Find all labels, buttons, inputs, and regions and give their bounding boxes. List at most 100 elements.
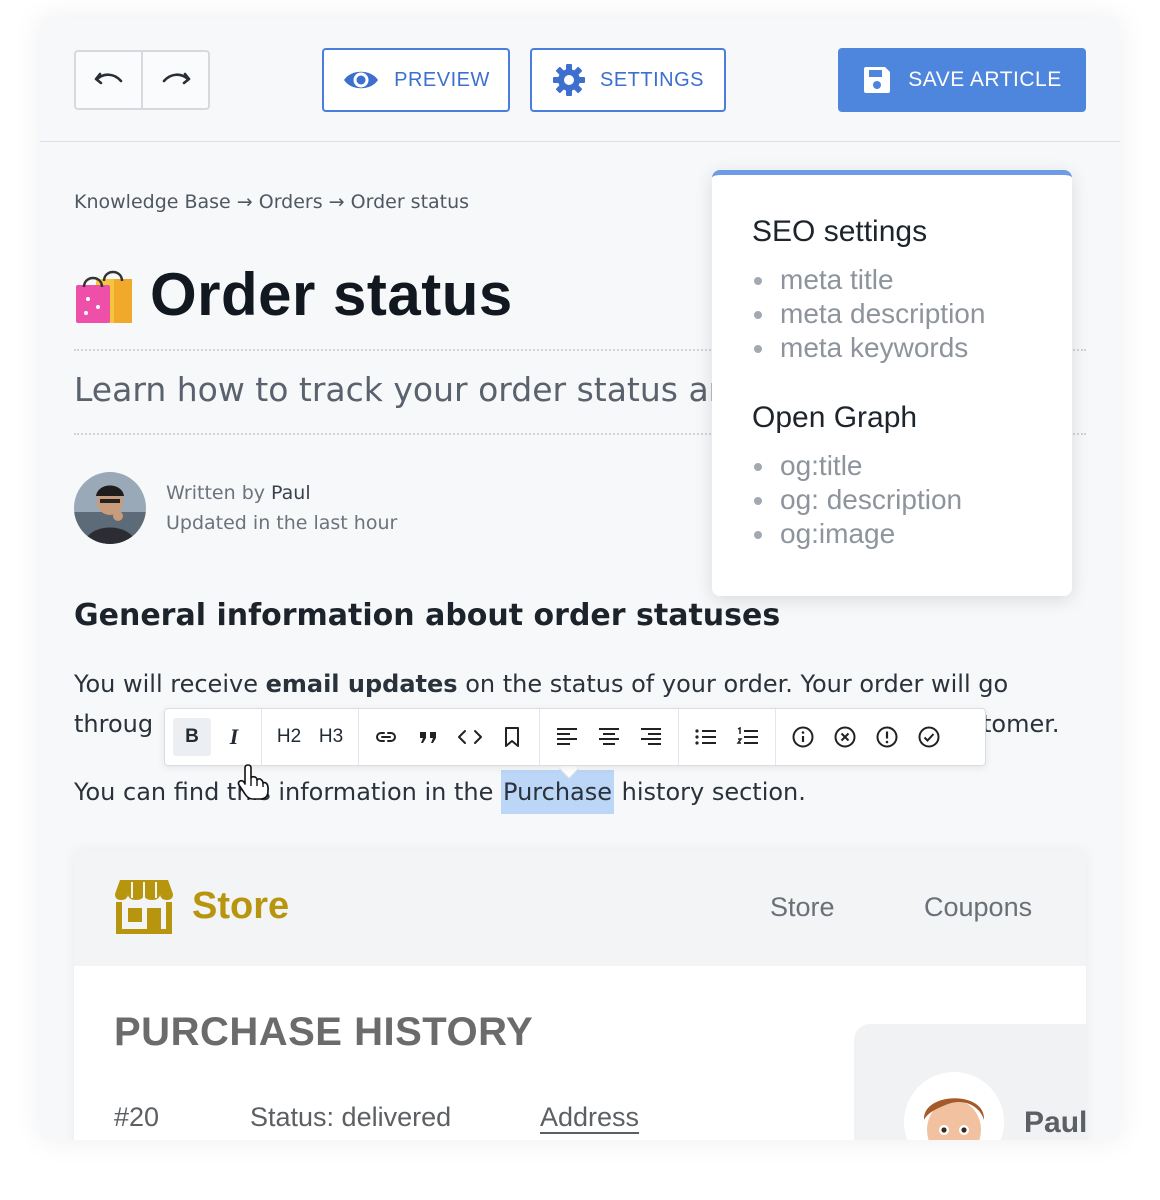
store-embed: Store Store Coupons PURCHASE HISTORY #20…: [74, 850, 1086, 1140]
profile-avatar[interactable]: [904, 1072, 1004, 1140]
author-name[interactable]: Paul: [271, 482, 311, 504]
seo-meta-description: meta description: [752, 297, 1072, 331]
seo-meta-keywords: meta keywords: [752, 331, 1072, 365]
list-group: [679, 709, 776, 765]
numbered-list-button[interactable]: [729, 718, 767, 756]
article-subtitle[interactable]: Learn how to track your order status an: [74, 370, 730, 409]
save-article-button[interactable]: SAVE ARTICLE: [838, 48, 1086, 112]
profile-card: Paul: [854, 1024, 1086, 1140]
paragraph-3-end: history section.: [614, 778, 806, 806]
h2-button[interactable]: H2: [270, 718, 308, 756]
profile-name: Paul: [1024, 1106, 1086, 1139]
store-logo[interactable]: Store: [114, 878, 289, 934]
link-button[interactable]: [367, 718, 405, 756]
paragraph-2-end[interactable]: tomer.: [982, 710, 1060, 738]
info-callout-button[interactable]: [784, 718, 822, 756]
preview-button[interactable]: PREVIEW: [322, 48, 510, 112]
store-name: Store: [192, 884, 290, 927]
store-nav-coupons[interactable]: Coupons: [924, 892, 1032, 923]
address-link[interactable]: Address: [540, 1102, 639, 1133]
save-icon: [864, 67, 891, 93]
updated-time: Updated in the last hour: [166, 512, 398, 534]
success-icon: [918, 726, 940, 748]
store-header: Store Store Coupons: [74, 850, 1086, 966]
seo-heading: SEO settings: [752, 215, 928, 248]
insert-group: [359, 709, 540, 765]
paragraph-1-start: You will receive: [74, 670, 266, 698]
section-heading[interactable]: General information about order statuses: [74, 598, 780, 633]
undo-button[interactable]: [76, 52, 141, 108]
breadcrumb[interactable]: Knowledge Base → Orders → Order status: [74, 191, 469, 213]
paragraph-1-bold: email updates: [265, 670, 458, 698]
author-info: Written by Paul Updated in the last hour: [166, 478, 397, 538]
editor-window: PREVIEW SETTINGS SAVE ARTICLE Knowledge …: [40, 18, 1120, 1140]
store-nav-store[interactable]: Store: [770, 892, 835, 923]
quote-icon: [420, 732, 436, 743]
og-description: og: description: [752, 483, 1072, 517]
format-toolbar: B I H2 H3: [164, 708, 986, 766]
align-right-button[interactable]: [632, 718, 670, 756]
error-callout-button[interactable]: [826, 718, 864, 756]
numbered-list-icon: [736, 726, 758, 744]
shopping-bags-icon[interactable]: [74, 265, 134, 325]
written-by-label: Written by: [166, 482, 265, 504]
align-center-icon: [599, 728, 619, 745]
article-title[interactable]: Order status: [150, 260, 513, 329]
author-avatar[interactable]: [74, 472, 146, 544]
purchase-history-heading: PURCHASE HISTORY: [114, 1010, 534, 1054]
warning-callout-button[interactable]: [868, 718, 906, 756]
written-by: Written by Paul: [166, 478, 397, 508]
code-button[interactable]: [451, 718, 489, 756]
seo-list: meta title meta description meta keyword…: [752, 263, 1072, 365]
link-icon: [376, 732, 396, 742]
title-row: Order status: [74, 260, 513, 329]
gear-icon: [552, 64, 585, 96]
og-list: og:title og: description og:image: [752, 449, 1072, 551]
quote-button[interactable]: [409, 718, 447, 756]
seo-settings-popover: SEO settings meta title meta description…: [712, 170, 1072, 596]
history-buttons: [74, 50, 210, 110]
paragraph-2-start[interactable]: throug: [74, 710, 153, 738]
bullet-list-icon: [695, 729, 716, 745]
paragraph-3-start: You can find this information in the: [74, 778, 502, 806]
align-left-icon: [557, 728, 577, 745]
save-label: SAVE ARTICLE: [908, 68, 1062, 91]
success-callout-button[interactable]: [910, 718, 948, 756]
align-left-button[interactable]: [548, 718, 586, 756]
code-icon: [458, 730, 482, 744]
og-title: og:title: [752, 449, 1072, 483]
bullet-list-button[interactable]: [687, 718, 725, 756]
text-style-group: B I: [165, 709, 262, 765]
italic-button[interactable]: I: [215, 718, 253, 756]
author-block: Written by Paul Updated in the last hour: [74, 472, 397, 544]
redo-button[interactable]: [141, 52, 208, 108]
align-right-icon: [641, 728, 661, 745]
heading-group: H2 H3: [262, 709, 359, 765]
paragraph-1[interactable]: You will receive email updates on the st…: [74, 670, 1008, 698]
eye-icon: [344, 71, 379, 89]
h3-button[interactable]: H3: [312, 718, 350, 756]
error-icon: [834, 726, 856, 748]
og-heading: Open Graph: [752, 401, 918, 434]
og-image: og:image: [752, 517, 1072, 551]
seo-meta-title: meta title: [752, 263, 1072, 297]
editor-toolbar: PREVIEW SETTINGS SAVE ARTICLE: [40, 18, 1120, 142]
callout-group: [776, 709, 956, 765]
paragraph-3[interactable]: You can find this information in the Pur…: [74, 770, 806, 814]
order-status: Status: delivered: [250, 1102, 452, 1132]
info-icon: [792, 726, 814, 748]
bold-button[interactable]: B: [173, 718, 211, 756]
warning-icon: [876, 726, 898, 748]
order-id: #20: [114, 1102, 160, 1132]
selected-text[interactable]: Purchase: [501, 770, 615, 814]
bookmark-icon: [505, 727, 519, 747]
storefront-icon: [115, 880, 173, 934]
preview-label: PREVIEW: [394, 68, 490, 91]
align-group: [540, 709, 679, 765]
undo-icon: [94, 72, 122, 85]
bookmark-button[interactable]: [493, 718, 531, 756]
settings-button[interactable]: SETTINGS: [530, 48, 726, 112]
settings-label: SETTINGS: [599, 68, 704, 91]
paragraph-1-end: on the status of your order. Your order …: [457, 670, 1009, 698]
align-center-button[interactable]: [590, 718, 628, 756]
